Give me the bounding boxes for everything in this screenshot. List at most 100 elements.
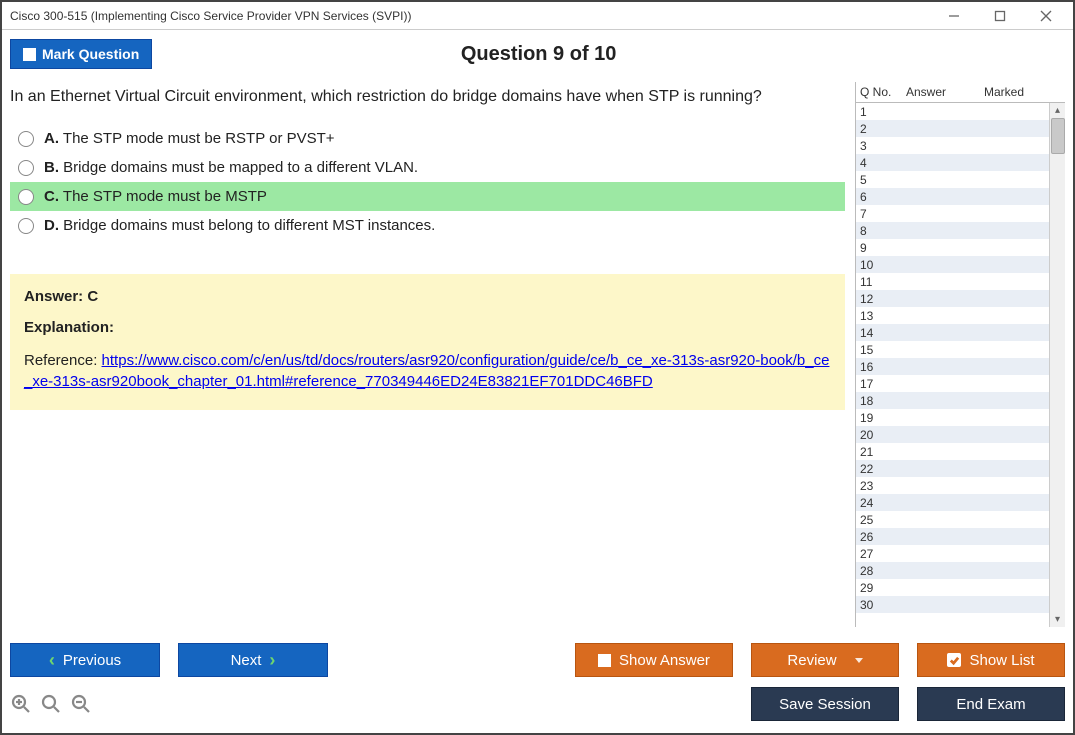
review-button[interactable]: Review xyxy=(751,643,899,677)
previous-label: Previous xyxy=(63,652,121,669)
row-qno: 1 xyxy=(860,105,906,119)
row-qno: 27 xyxy=(860,547,906,561)
option-d[interactable]: D. Bridge domains must belong to differe… xyxy=(10,211,845,240)
zoom-icon[interactable] xyxy=(40,693,62,715)
close-icon[interactable] xyxy=(1037,7,1055,25)
question-stem: In an Ethernet Virtual Circuit environme… xyxy=(10,88,845,106)
row-qno: 15 xyxy=(860,343,906,357)
list-row[interactable]: 30 xyxy=(856,596,1065,613)
option-letter: B. xyxy=(44,159,59,176)
option-text: Bridge domains must be mapped to a diffe… xyxy=(63,159,418,176)
list-row[interactable]: 9 xyxy=(856,239,1065,256)
answer-label: Answer: C xyxy=(24,288,831,305)
list-row[interactable]: 19 xyxy=(856,409,1065,426)
scroll-down-icon[interactable]: ▾ xyxy=(1050,612,1065,627)
list-row[interactable]: 22 xyxy=(856,460,1065,477)
row-qno: 23 xyxy=(860,479,906,493)
option-a[interactable]: A. The STP mode must be RSTP or PVST+ xyxy=(10,124,845,153)
review-label: Review xyxy=(787,652,836,669)
row-qno: 3 xyxy=(860,139,906,153)
list-row[interactable]: 17 xyxy=(856,375,1065,392)
row-qno: 5 xyxy=(860,173,906,187)
list-body: 1234567891011121314151617181920212223242… xyxy=(856,103,1065,627)
row-qno: 9 xyxy=(860,241,906,255)
list-row[interactable]: 1 xyxy=(856,103,1065,120)
list-row[interactable]: 28 xyxy=(856,562,1065,579)
list-header: Q No. Answer Marked xyxy=(856,82,1065,103)
list-row[interactable]: 6 xyxy=(856,188,1065,205)
row-qno: 14 xyxy=(860,326,906,340)
row-qno: 11 xyxy=(860,275,906,289)
list-row[interactable]: 21 xyxy=(856,443,1065,460)
titlebar: Cisco 300-515 (Implementing Cisco Servic… xyxy=(2,2,1073,30)
mark-question-button[interactable]: Mark Question xyxy=(10,39,152,69)
radio-icon xyxy=(18,131,34,147)
row-qno: 6 xyxy=(860,190,906,204)
list-row[interactable]: 20 xyxy=(856,426,1065,443)
list-row[interactable]: 23 xyxy=(856,477,1065,494)
list-row[interactable]: 26 xyxy=(856,528,1065,545)
list-row[interactable]: 7 xyxy=(856,205,1065,222)
list-row[interactable]: 12 xyxy=(856,290,1065,307)
window-title: Cisco 300-515 (Implementing Cisco Servic… xyxy=(10,9,945,23)
list-row[interactable]: 15 xyxy=(856,341,1065,358)
previous-button[interactable]: ‹ Previous xyxy=(10,643,160,677)
next-button[interactable]: Next › xyxy=(178,643,328,677)
list-row[interactable]: 11 xyxy=(856,273,1065,290)
list-row[interactable]: 16 xyxy=(856,358,1065,375)
window-controls xyxy=(945,7,1065,25)
option-b[interactable]: B. Bridge domains must be mapped to a di… xyxy=(10,153,845,182)
row-qno: 28 xyxy=(860,564,906,578)
save-session-button[interactable]: Save Session xyxy=(751,687,899,721)
radio-icon xyxy=(18,189,34,205)
row-qno: 29 xyxy=(860,581,906,595)
list-row[interactable]: 25 xyxy=(856,511,1065,528)
option-c[interactable]: C. The STP mode must be MSTP xyxy=(10,182,845,211)
chevron-down-icon xyxy=(855,658,863,663)
chevron-left-icon: ‹ xyxy=(49,650,55,671)
row-qno: 20 xyxy=(860,428,906,442)
list-row[interactable]: 2 xyxy=(856,120,1065,137)
col-qno: Q No. xyxy=(860,85,906,99)
option-text: Bridge domains must belong to different … xyxy=(63,217,435,234)
row-qno: 26 xyxy=(860,530,906,544)
list-row[interactable]: 27 xyxy=(856,545,1065,562)
list-row[interactable]: 8 xyxy=(856,222,1065,239)
list-row[interactable]: 14 xyxy=(856,324,1065,341)
save-session-label: Save Session xyxy=(779,696,871,713)
zoom-in-icon[interactable] xyxy=(10,693,32,715)
list-row[interactable]: 18 xyxy=(856,392,1065,409)
minimize-icon[interactable] xyxy=(945,7,963,25)
scrollbar[interactable]: ▴ ▾ xyxy=(1049,103,1065,627)
row-qno: 16 xyxy=(860,360,906,374)
radio-icon xyxy=(18,160,34,176)
checkbox-icon xyxy=(598,654,611,667)
show-list-button[interactable]: Show List xyxy=(917,643,1065,677)
answer-panel: Answer: C Explanation: Reference: https:… xyxy=(10,274,845,410)
zoom-out-icon[interactable] xyxy=(70,693,92,715)
option-text: The STP mode must be MSTP xyxy=(63,188,267,205)
list-row[interactable]: 24 xyxy=(856,494,1065,511)
list-row[interactable]: 13 xyxy=(856,307,1065,324)
footer-row-2: Save Session End Exam xyxy=(10,687,1065,721)
list-row[interactable]: 10 xyxy=(856,256,1065,273)
col-marked: Marked xyxy=(984,85,1061,99)
scroll-thumb[interactable] xyxy=(1051,118,1065,154)
list-row[interactable]: 29 xyxy=(856,579,1065,596)
row-qno: 17 xyxy=(860,377,906,391)
option-text: The STP mode must be RSTP or PVST+ xyxy=(63,130,335,147)
maximize-icon[interactable] xyxy=(991,7,1009,25)
options-list: A. The STP mode must be RSTP or PVST+ B.… xyxy=(10,124,845,240)
row-qno: 25 xyxy=(860,513,906,527)
zoom-controls xyxy=(10,693,92,715)
end-exam-button[interactable]: End Exam xyxy=(917,687,1065,721)
option-letter: C. xyxy=(44,188,59,205)
checkbox-icon xyxy=(23,48,36,61)
list-row[interactable]: 3 xyxy=(856,137,1065,154)
list-row[interactable]: 5 xyxy=(856,171,1065,188)
scroll-up-icon[interactable]: ▴ xyxy=(1050,103,1065,118)
list-row[interactable]: 4 xyxy=(856,154,1065,171)
show-answer-button[interactable]: Show Answer xyxy=(575,643,733,677)
reference-link[interactable]: https://www.cisco.com/c/en/us/td/docs/ro… xyxy=(24,352,829,390)
option-letter: D. xyxy=(44,217,59,234)
